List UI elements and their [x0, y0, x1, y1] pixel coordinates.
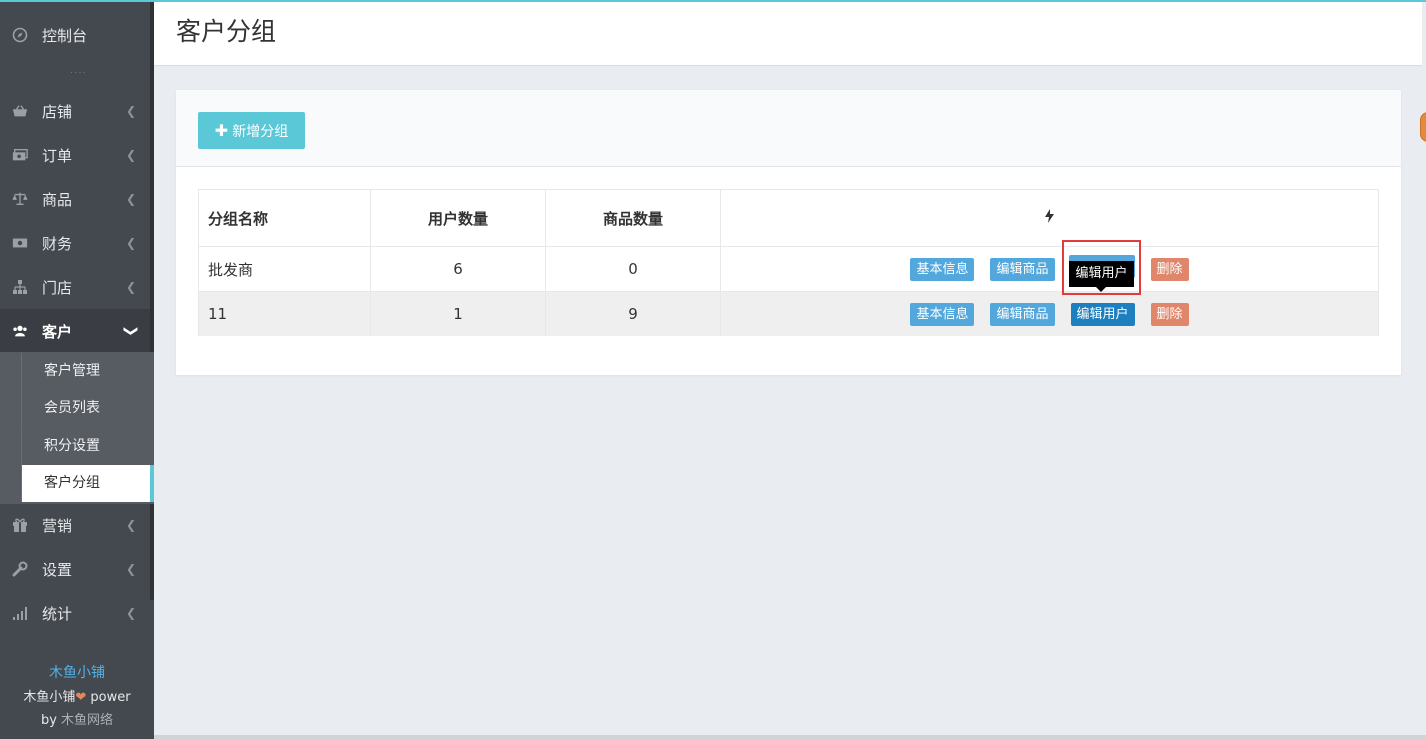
sidebar-item-settings[interactable]: 设置 ❮ — [0, 547, 150, 591]
sidebar-item-label: 设置 — [42, 560, 73, 579]
sidebar-item-label: 订单 — [42, 146, 73, 165]
chevron-left-icon: ❮ — [125, 518, 136, 532]
cell-product-count: 0 — [545, 246, 721, 292]
bottom-strip — [154, 735, 1426, 739]
sidebar-item-shop[interactable]: 店铺 ❮ — [0, 89, 150, 133]
page-title: 客户分组 — [176, 17, 277, 46]
basket-icon — [12, 103, 28, 119]
sidebar-item-label: 财务 — [42, 234, 73, 253]
subnav-item-points-settings[interactable]: 积分设置 — [21, 428, 150, 465]
table-row: 批发商 6 0 基本信息编辑商品编辑用户删除 — [198, 246, 1379, 292]
wrench-icon — [12, 561, 28, 577]
highlight-box — [1062, 240, 1141, 295]
edit-products-button[interactable]: 编辑商品 — [990, 257, 1055, 281]
column-header-actions — [720, 189, 1379, 247]
sidebar-item-label: 控制台 — [42, 26, 88, 45]
panel-toolbar: ✚ 新增分组 — [176, 90, 1401, 167]
money-icon — [12, 147, 28, 163]
footer-power: 木鱼小铺❤ power — [0, 686, 154, 705]
subnav-item-label: 会员列表 — [44, 400, 100, 416]
column-header-product-count[interactable]: 商品数量 — [545, 189, 721, 247]
content-panel: ✚ 新增分组 分组名称 用户数量 商品数量 批发商 6 0 基本信息编辑商品编辑… — [176, 90, 1401, 375]
add-group-label: 新增分组 — [232, 123, 289, 140]
sidebar-footer: 木鱼小铺 木鱼小铺❤ power by 木鱼网络 — [0, 662, 154, 728]
chevron-left-icon: ❮ — [125, 236, 136, 250]
plus-icon: ✚ — [214, 121, 229, 140]
sidebar-item-label: 店铺 — [42, 102, 73, 121]
sidebar-scrollbar[interactable] — [150, 2, 154, 600]
add-group-button[interactable]: ✚ 新增分组 — [198, 112, 305, 149]
chevron-left-icon: ❮ — [125, 148, 136, 162]
delete-button[interactable]: 删除 — [1150, 257, 1189, 281]
basic-info-button[interactable]: 基本信息 — [910, 302, 975, 326]
basic-info-button[interactable]: 基本信息 — [910, 257, 975, 281]
compass-icon — [12, 27, 28, 43]
chevron-down-icon: ❮ — [122, 325, 139, 337]
sidebar-item-stores[interactable]: 门店 ❮ — [0, 265, 150, 309]
chevron-left-icon: ❮ — [125, 104, 136, 118]
page-header: 客户分组 — [154, 2, 1422, 66]
column-header-group-name[interactable]: 分组名称 — [198, 189, 371, 247]
sidebar-item-products[interactable]: 商品 ❮ — [0, 177, 150, 221]
sidebar-item-orders[interactable]: 订单 ❮ — [0, 133, 150, 177]
footer-by: by 木鱼网络 — [0, 709, 154, 728]
sidebar-item-marketing[interactable]: 营销 ❮ — [0, 503, 150, 547]
chevron-left-icon: ❮ — [125, 192, 136, 206]
sidebar-item-label: 统计 — [42, 604, 73, 623]
sidebar-item-label: 客户 — [42, 322, 73, 341]
bolt-icon — [1045, 209, 1054, 227]
customers-submenu: 客户管理 会员列表 积分设置 客户分组 — [0, 352, 154, 504]
chevron-left-icon: ❮ — [125, 606, 136, 620]
footer-brand[interactable]: 木鱼小铺 — [0, 662, 154, 682]
sidebar-item-finance[interactable]: 财务 ❮ — [0, 221, 150, 265]
cell-actions: 基本信息编辑商品编辑用户删除 — [720, 246, 1379, 292]
subnav-item-customer-management[interactable]: 客户管理 — [21, 353, 150, 390]
cell-product-count: 9 — [545, 291, 721, 336]
sidebar-divider: ···· — [70, 68, 87, 79]
table-header-row: 分组名称 用户数量 商品数量 — [198, 189, 1379, 247]
footer-power-prefix: 木鱼小铺 — [23, 690, 76, 705]
signal-icon — [12, 605, 28, 621]
sidebar-item-label: 门店 — [42, 278, 73, 297]
delete-button[interactable]: 删除 — [1150, 302, 1189, 326]
scale-icon — [12, 191, 28, 207]
subnav-item-customer-groups[interactable]: 客户分组 — [21, 465, 154, 502]
sidebar-item-label: 营销 — [42, 516, 73, 535]
footer-by-prefix: by — [40, 713, 62, 728]
groups-table: 分组名称 用户数量 商品数量 批发商 6 0 基本信息编辑商品编辑用户删除 11… — [198, 189, 1379, 336]
subnav-item-label: 客户管理 — [44, 363, 100, 379]
heart-icon: ❤ — [75, 690, 87, 705]
users-icon — [12, 323, 28, 339]
gift-icon — [12, 517, 28, 533]
cell-user-count: 6 — [370, 246, 546, 292]
edit-users-button[interactable]: 编辑用户 — [1070, 302, 1135, 326]
subnav-item-label: 积分设置 — [44, 438, 100, 454]
chevron-left-icon: ❮ — [125, 280, 136, 294]
sidebar-item-statistics[interactable]: 统计 ❮ — [0, 591, 150, 635]
sidebar-item-label: 商品 — [42, 190, 73, 209]
side-panel-toggle[interactable] — [1420, 112, 1426, 142]
cash-icon — [12, 235, 28, 251]
edit-products-button[interactable]: 编辑商品 — [990, 302, 1055, 326]
footer-by-name[interactable]: 木鱼网络 — [61, 713, 113, 728]
cell-user-count: 1 — [370, 291, 546, 336]
sidebar-item-customers[interactable]: 客户 ❮ — [0, 309, 150, 353]
sitemap-icon — [12, 279, 28, 295]
cell-group-name: 11 — [198, 291, 371, 336]
cell-actions: 基本信息编辑商品编辑用户删除 — [720, 291, 1379, 336]
sidebar-item-dashboard[interactable]: 控制台 — [0, 13, 150, 57]
footer-power-suffix: power — [86, 690, 131, 705]
column-header-user-count[interactable]: 用户数量 — [370, 189, 546, 247]
subnav-item-member-list[interactable]: 会员列表 — [21, 390, 150, 427]
subnav-item-label: 客户分组 — [44, 475, 100, 491]
chevron-left-icon: ❮ — [125, 562, 136, 576]
table-row: 11 1 9 基本信息 编辑商品 编辑用户 删除 — [198, 291, 1379, 336]
sidebar: 控制台 ···· 店铺 ❮ 订单 ❮ 商品 ❮ 财务 ❮ 门店 ❮ 客户 ❮ 营… — [0, 2, 154, 739]
cell-group-name: 批发商 — [198, 246, 371, 292]
